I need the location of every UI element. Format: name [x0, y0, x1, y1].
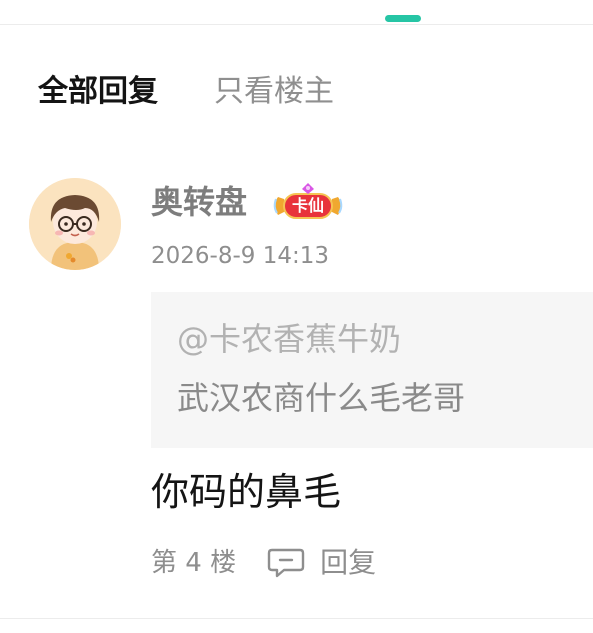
reply-button-label: 回复 [320, 546, 377, 579]
level-badge: 卡仙 [270, 181, 346, 225]
badge-label: 卡仙 [291, 196, 324, 215]
tab-all-replies[interactable]: 全部回复 [38, 70, 158, 114]
comment-footer: 第 4 楼 回复 [151, 543, 376, 583]
reply-filter-tabs: 全部回复 只看楼主 [38, 70, 334, 114]
reply-button[interactable]: 回复 [266, 543, 376, 583]
username[interactable]: 奥转盘 [151, 180, 247, 224]
post-timestamp: 2026-8-9 14:13 [151, 243, 329, 269]
quoted-user-mention: @卡农香蕉牛奶 [177, 320, 402, 358]
bottom-divider [0, 618, 593, 619]
quoted-reply[interactable]: @卡农香蕉牛奶 武汉农商什么毛老哥 [151, 292, 593, 448]
avatar-illustration [29, 178, 121, 270]
reply-content: 你码的鼻毛 [151, 470, 342, 514]
top-divider [0, 24, 593, 25]
floor-number: 第 4 楼 [151, 548, 237, 578]
quoted-text: 武汉农商什么毛老哥 [177, 379, 466, 417]
active-tab-indicator [385, 15, 421, 22]
comment-bubble-icon [266, 547, 306, 579]
avatar[interactable] [29, 178, 121, 270]
tab-op-only[interactable]: 只看楼主 [214, 70, 334, 114]
